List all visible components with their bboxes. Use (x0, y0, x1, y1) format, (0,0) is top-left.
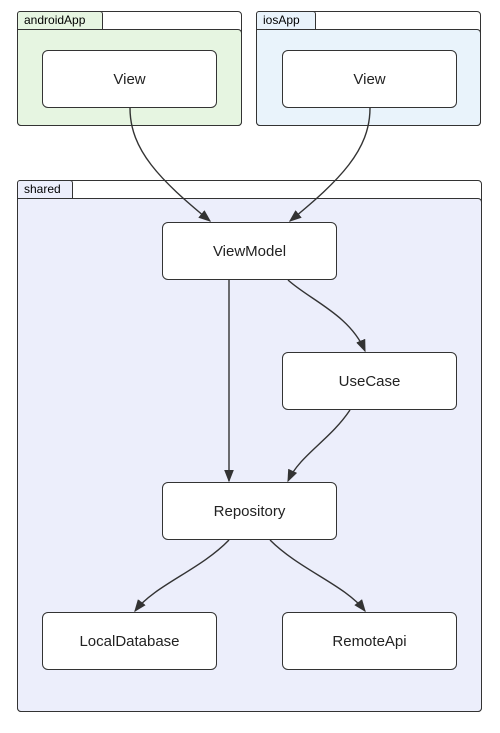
node-usecase-label: UseCase (339, 373, 401, 390)
node-ios-view-label: View (353, 71, 385, 88)
container-android-tab: androidApp (17, 11, 103, 29)
node-viewmodel-label: ViewModel (213, 243, 286, 260)
container-ios-tab: iosApp (256, 11, 316, 29)
node-repository: Repository (162, 482, 337, 540)
container-ios-label: iosApp (263, 13, 300, 27)
node-usecase: UseCase (282, 352, 457, 410)
container-shared-label: shared (24, 182, 61, 196)
container-shared-tab: shared (17, 180, 73, 198)
node-android-view-label: View (113, 71, 145, 88)
container-android-label: androidApp (24, 13, 85, 27)
node-repository-label: Repository (214, 503, 286, 520)
node-localdatabase: LocalDatabase (42, 612, 217, 670)
node-remoteapi: RemoteApi (282, 612, 457, 670)
node-viewmodel: ViewModel (162, 222, 337, 280)
node-remoteapi-label: RemoteApi (332, 633, 406, 650)
node-ios-view: View (282, 50, 457, 108)
node-android-view: View (42, 50, 217, 108)
node-localdatabase-label: LocalDatabase (79, 633, 179, 650)
